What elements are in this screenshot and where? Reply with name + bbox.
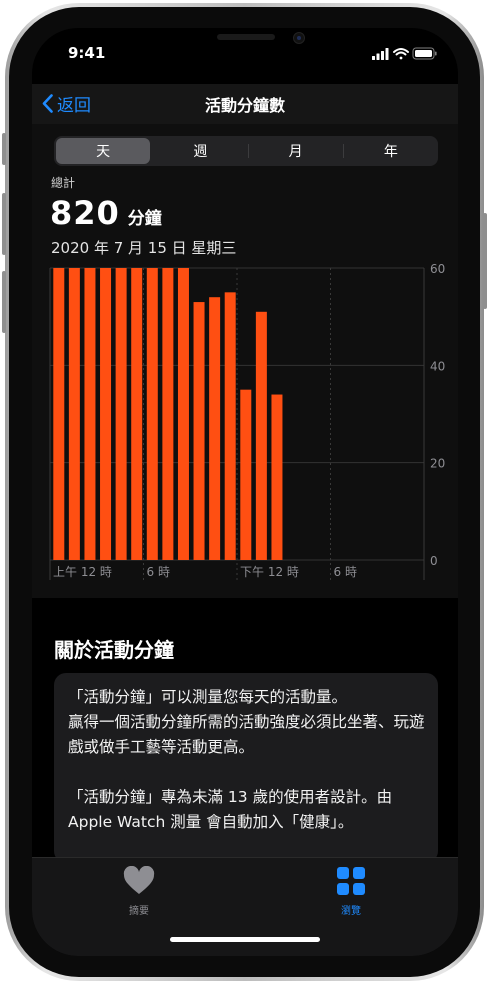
about-description: 「活動分鐘」可以測量您每天的活動量。 贏得一個活動分鐘所需的活動強度必須比坐著、… [68, 688, 425, 831]
activity-minutes-chart[interactable]: 0 20 40 60 上午 12 時 6 時 下午 12 時 6 時 [32, 264, 458, 584]
chart-bar [100, 268, 112, 560]
status-icons [372, 46, 438, 60]
tab-browse[interactable]: 瀏覽 [316, 866, 386, 917]
grid-icon [337, 867, 365, 895]
chart-bar [177, 268, 189, 560]
signal-icon [372, 48, 389, 60]
segment-day[interactable]: 天 [56, 138, 151, 164]
speaker [217, 34, 275, 40]
chart-bar [209, 297, 221, 560]
wifi-icon [393, 48, 409, 60]
segment-week[interactable]: 週 [153, 136, 247, 166]
y-tick-label: 0 [430, 554, 438, 568]
chart-bar [240, 389, 252, 560]
chart-bar [68, 268, 80, 560]
chart-bar [84, 268, 96, 560]
about-card: 「活動分鐘」可以測量您每天的活動量。 贏得一個活動分鐘所需的活動強度必須比坐著、… [54, 673, 438, 863]
total-unit: 分鐘 [127, 209, 162, 229]
period-segmented-control: 天 週 月 年 [54, 136, 438, 166]
y-tick-label: 60 [430, 264, 445, 276]
total-value: 820 [50, 194, 120, 232]
chart-bar [115, 268, 127, 560]
tab-summary-label: 摘要 [129, 906, 149, 917]
x-tick-label: 上午 12 時 [53, 565, 112, 579]
chart-bar [53, 268, 65, 560]
segment-month[interactable]: 月 [249, 136, 343, 166]
status-bar: 9:41 [32, 28, 458, 76]
chart-bar [255, 311, 267, 560]
page-title: 活動分鐘數 [204, 96, 285, 115]
tab-browse-label: 瀏覽 [341, 906, 361, 917]
status-time: 9:41 [68, 44, 106, 62]
total-label: 總計 [51, 176, 76, 190]
total-summary: 820 分鐘 [50, 194, 162, 232]
about-heading: 關於活動分鐘 [54, 638, 174, 662]
front-camera [293, 32, 305, 44]
x-tick-label: 6 時 [147, 565, 170, 579]
y-tick-label: 20 [430, 457, 445, 471]
chart-bar [131, 268, 143, 560]
y-tick-label: 40 [430, 359, 445, 373]
navigation-bar: 返回 活動分鐘數 [32, 84, 458, 124]
tab-summary[interactable]: 摘要 [104, 865, 174, 917]
chart-bar [193, 302, 205, 560]
chart-bar [224, 292, 236, 560]
home-indicator [170, 937, 320, 942]
notch [127, 28, 363, 60]
volume-up-button [2, 193, 6, 255]
segment-year[interactable]: 年 [344, 136, 438, 166]
date-label: 2020 年 7 月 15 日 星期三 [51, 239, 237, 257]
heart-icon [123, 865, 155, 894]
x-tick-label: 6 時 [334, 565, 357, 579]
battery-icon [412, 47, 437, 60]
chart-bar [271, 394, 283, 560]
x-tick-label: 下午 12 時 [240, 565, 299, 579]
tab-bar: 摘要 瀏覽 [32, 857, 458, 956]
mute-switch [2, 133, 6, 165]
chart-bar [146, 268, 158, 560]
side-button [483, 213, 487, 309]
screen: 9:41 返回 活動分鐘數 天 週 月 年 總計 820 分鐘 2020 年 7… [32, 28, 458, 956]
chart-bar [162, 268, 174, 560]
activity-content: 天 週 月 年 總計 820 分鐘 2020 年 7 月 15 日 星期三 0 2… [32, 124, 458, 598]
volume-down-button [2, 271, 6, 333]
